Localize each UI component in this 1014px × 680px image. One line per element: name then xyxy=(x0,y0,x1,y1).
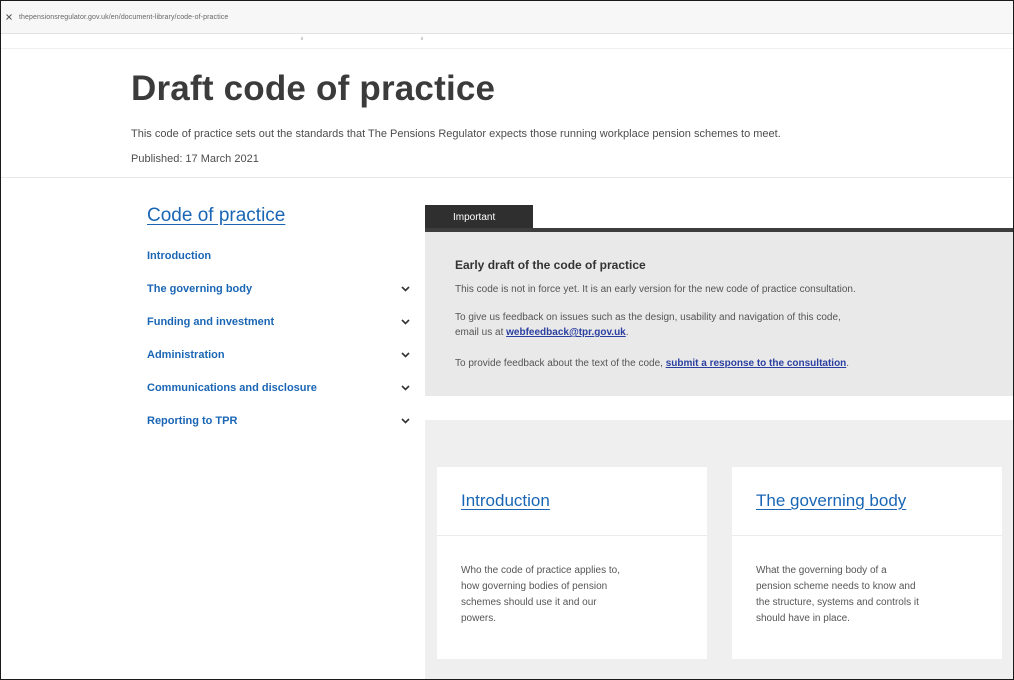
card-governing-body[interactable]: The governing body What the governing bo… xyxy=(732,467,1002,659)
sidebar-item-label: The governing body xyxy=(147,283,253,295)
close-icon[interactable] xyxy=(5,13,13,21)
sidebar-item-label: Introduction xyxy=(147,250,212,262)
chevron-down-icon[interactable] xyxy=(398,381,412,395)
chevron-down-icon[interactable] xyxy=(398,282,412,296)
nav-divider xyxy=(301,37,303,40)
chevron-down-icon[interactable] xyxy=(398,414,412,428)
card-description-line: how governing bodies of pension xyxy=(461,581,608,592)
sidebar-item-reporting-to-tpr[interactable]: Reporting to TPR xyxy=(147,412,412,430)
notice-consultation-text: To provide feedback about the text of th… xyxy=(455,356,849,371)
section-cards: Introduction Who the code of practice ap… xyxy=(425,420,1013,679)
notice-heading: Early draft of the code of practice xyxy=(455,258,646,272)
consultation-link[interactable]: submit a response to the consultation xyxy=(666,358,847,369)
page-description: This code of practice sets out the stand… xyxy=(131,128,781,140)
card-description: Who the code of practice applies to, how… xyxy=(461,563,686,627)
card-description-line: What the governing body of a xyxy=(756,565,887,576)
site-nav-strip xyxy=(1,34,1013,49)
important-tab: Important xyxy=(425,205,533,229)
sidebar-item-label: Reporting to TPR xyxy=(147,415,238,427)
card-divider xyxy=(732,535,1002,536)
sidebar-item-introduction[interactable]: Introduction xyxy=(147,247,412,265)
sidebar-item-communications-disclosure[interactable]: Communications and disclosure xyxy=(147,379,412,397)
chevron-down-icon[interactable] xyxy=(398,315,412,329)
sidebar-item-label: Communications and disclosure xyxy=(147,382,317,394)
card-description-line: the structure, systems and controls it xyxy=(756,597,919,608)
sidebar-title-link[interactable]: Code of practice xyxy=(147,205,285,227)
notice-text: email us at xyxy=(455,327,507,338)
published-date: Published: 17 March 2021 xyxy=(131,153,259,165)
card-divider xyxy=(437,535,707,536)
page-title: Draft code of practice xyxy=(131,69,496,108)
chevron-down-icon[interactable] xyxy=(398,348,412,362)
sidebar-item-governing-body[interactable]: The governing body xyxy=(147,280,412,298)
notice-text: . xyxy=(846,358,850,369)
feedback-email-link[interactable]: webfeedback@tpr.gov.uk xyxy=(506,327,626,338)
sidebar-item-label: Administration xyxy=(147,349,225,361)
sidebar-item-administration[interactable]: Administration xyxy=(147,346,412,364)
url-text[interactable]: thepensionsregulator.gov.uk/en/document-… xyxy=(19,14,228,21)
sidebar-item-funding-investment[interactable]: Funding and investment xyxy=(147,313,412,331)
card-description-line: should have in place. xyxy=(756,613,850,624)
notice-text: . xyxy=(625,327,629,338)
important-notice: Early draft of the code of practice This… xyxy=(425,232,1013,396)
notice-text: This code is not in force yet. It is an … xyxy=(455,284,856,295)
notice-feedback-text: To give us feedback on issues such as th… xyxy=(455,310,841,340)
card-title-link[interactable]: The governing body xyxy=(756,491,906,511)
card-description: What the governing body of a pension sch… xyxy=(756,563,981,627)
notice-text: To give us feedback on issues such as th… xyxy=(455,312,841,323)
card-description-line: schemes should use it and our xyxy=(461,597,597,608)
card-description-line: powers. xyxy=(461,613,497,624)
nav-divider xyxy=(421,37,423,40)
browser-window: thepensionsregulator.gov.uk/en/document-… xyxy=(0,0,1014,680)
card-title-link[interactable]: Introduction xyxy=(461,491,550,511)
card-description-line: Who the code of practice applies to, xyxy=(461,565,620,576)
address-bar[interactable]: thepensionsregulator.gov.uk/en/document-… xyxy=(1,1,1013,34)
sidebar-item-label: Funding and investment xyxy=(147,316,275,328)
card-introduction[interactable]: Introduction Who the code of practice ap… xyxy=(437,467,707,659)
card-description-line: pension scheme needs to know and xyxy=(756,581,916,592)
notice-text: To provide feedback about the text of th… xyxy=(455,358,666,369)
header-divider xyxy=(1,177,1013,178)
